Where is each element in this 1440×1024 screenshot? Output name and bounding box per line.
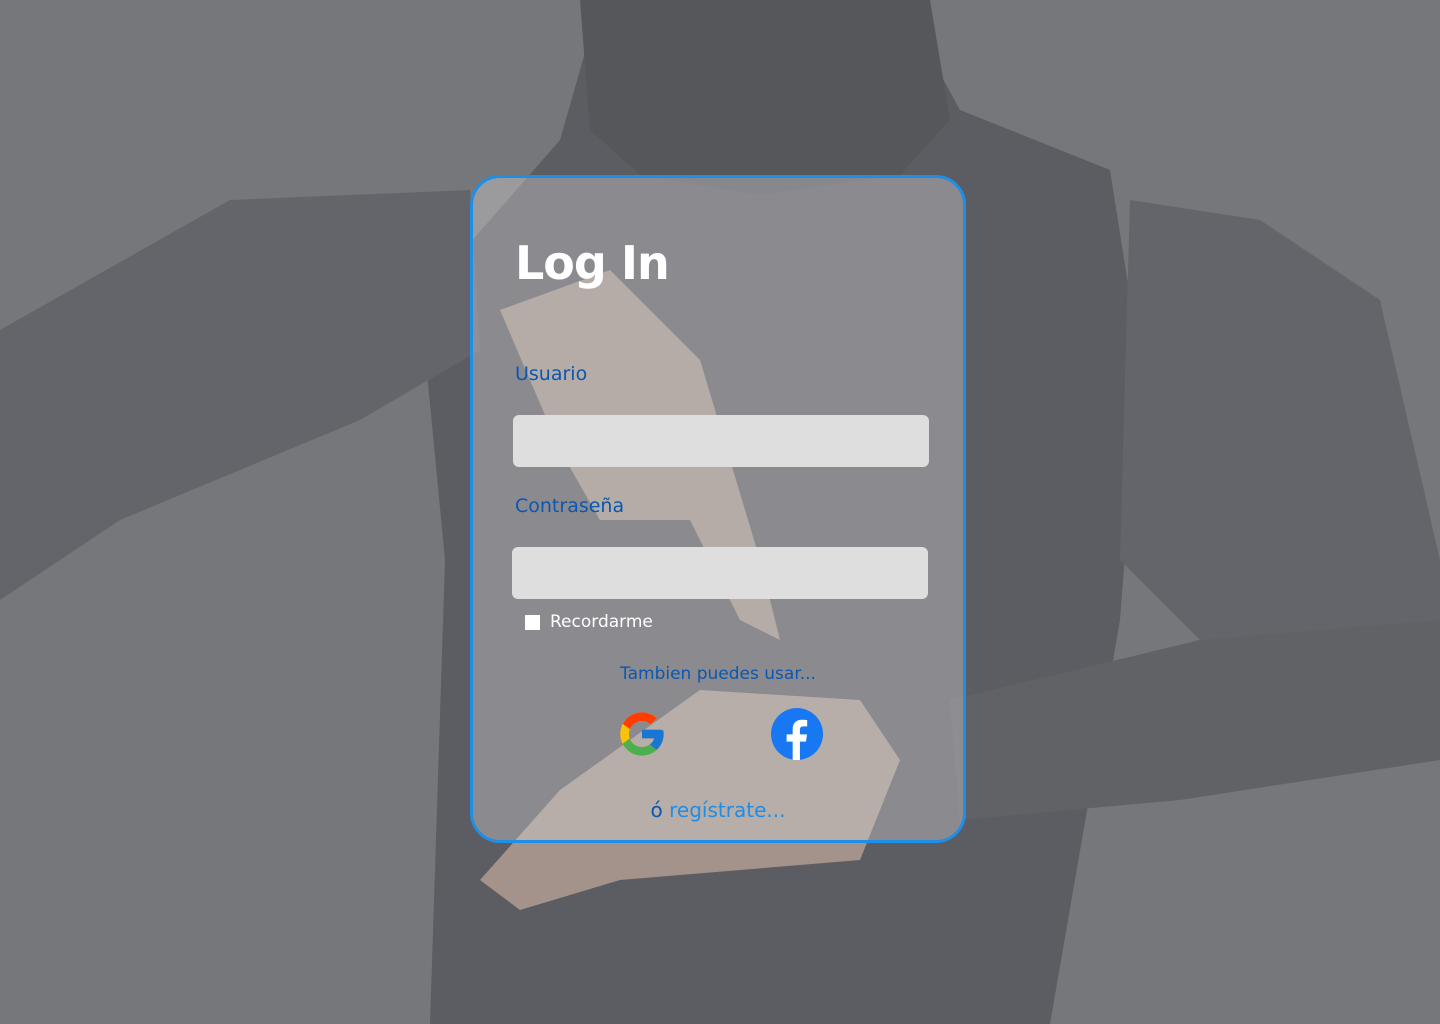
remember-checkbox[interactable] xyxy=(525,614,540,630)
or-text: ó xyxy=(650,798,663,822)
login-card: Log In Usuario Contraseña Recordarme Tam… xyxy=(470,175,966,843)
page-title: Log In xyxy=(515,236,670,290)
username-label: Usuario xyxy=(515,363,588,385)
password-label: Contraseña xyxy=(515,495,625,517)
register-row: ó regístrate... xyxy=(473,798,963,822)
username-field[interactable] xyxy=(513,415,929,467)
remember-label: Recordarme xyxy=(550,612,653,632)
password-field[interactable] xyxy=(512,547,928,599)
remember-me: Recordarme xyxy=(525,612,653,632)
login-page: Log In Usuario Contraseña Recordarme Tam… xyxy=(0,0,1440,1024)
alternative-login-text: Tambien puedes usar... xyxy=(620,664,816,684)
google-icon xyxy=(620,712,664,756)
google-login-button[interactable] xyxy=(616,708,668,760)
register-link[interactable]: regístrate... xyxy=(669,798,785,822)
facebook-icon xyxy=(771,708,823,760)
facebook-login-button[interactable] xyxy=(771,708,823,760)
